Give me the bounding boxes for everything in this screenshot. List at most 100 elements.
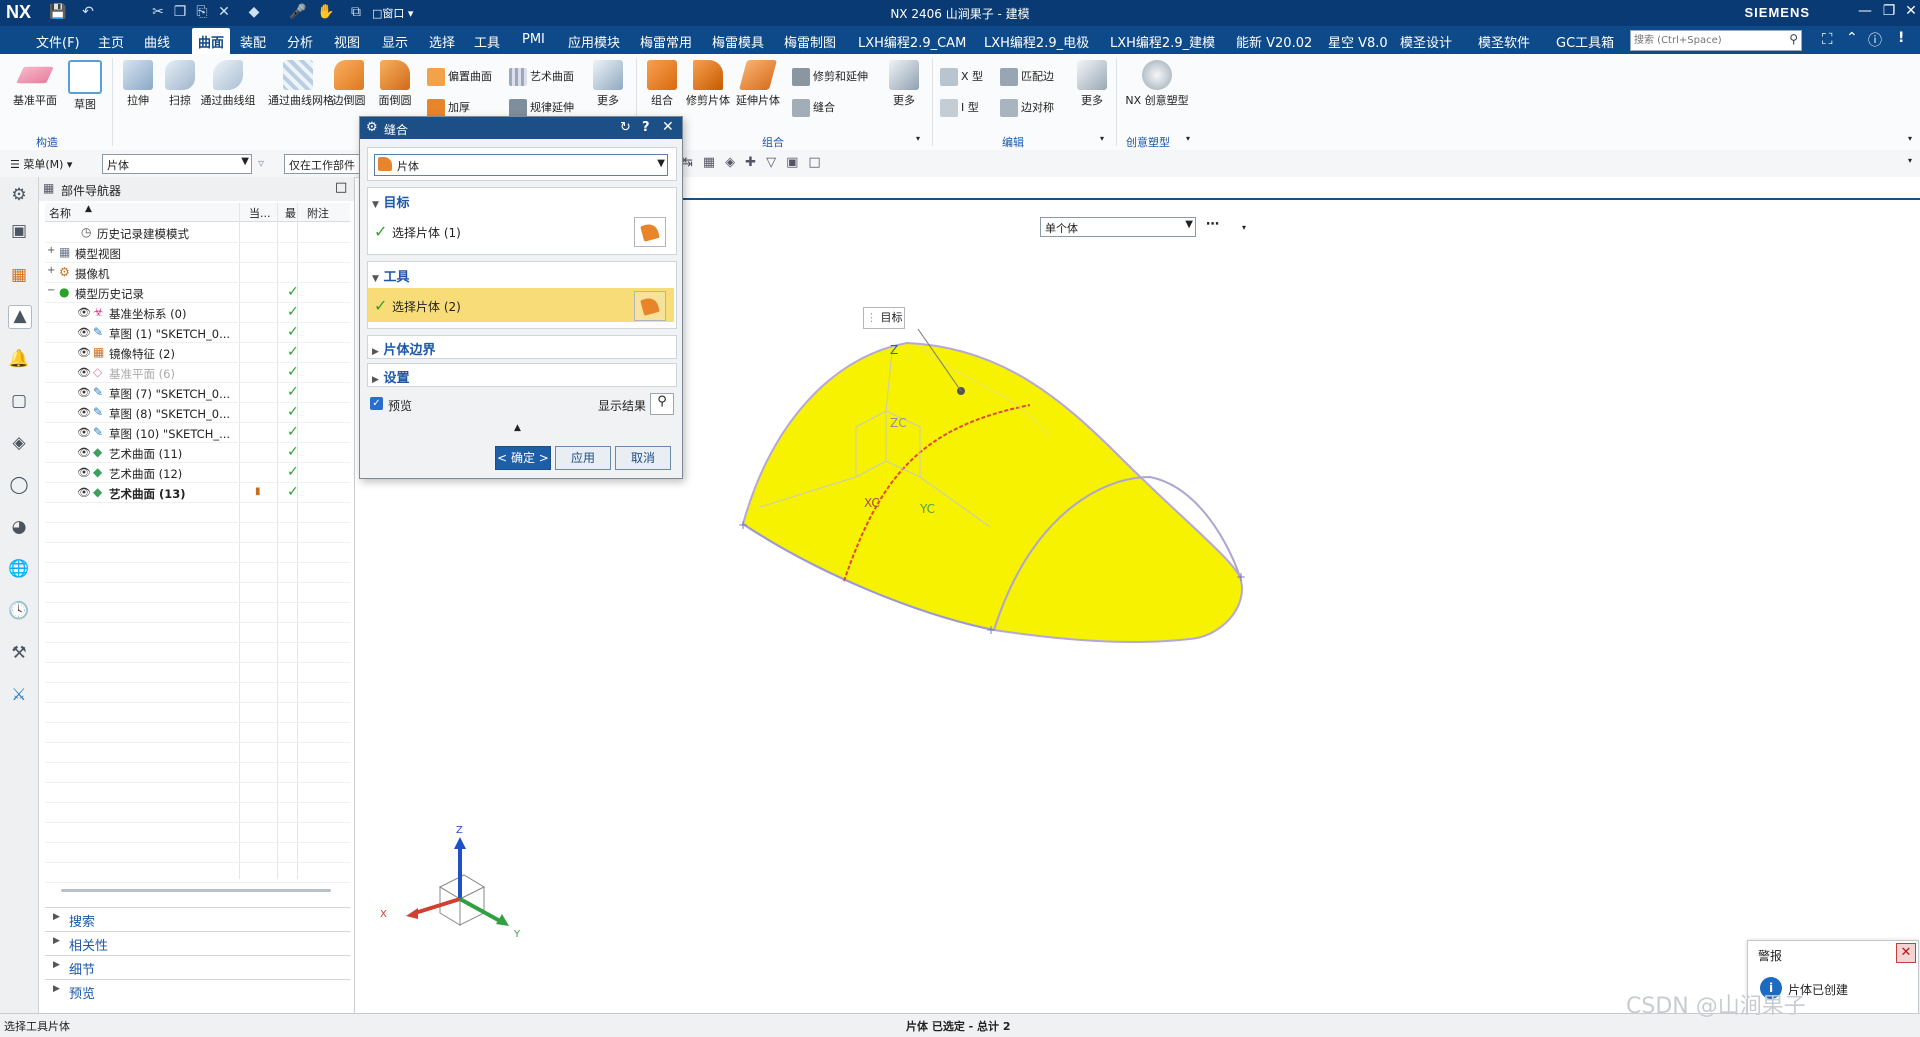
sheet-body[interactable] <box>741 341 1243 643</box>
menu-item-14[interactable]: 梅雷制图 <box>784 32 836 51</box>
snap-point-icons[interactable]: ↹▦◈✚▽▣□ <box>682 155 831 170</box>
tree-row[interactable]: 👁 ✎ 草图 (10) "SKETCH_... ✓ <box>45 423 350 443</box>
realize-shape-button[interactable]: NX 创意塑型 <box>1122 60 1192 108</box>
sort-asc-icon[interactable]: ▲ <box>85 204 92 214</box>
filter-reset-icon[interactable]: ▿ <box>258 156 264 170</box>
alert-close-button[interactable]: ✕ <box>1896 943 1916 963</box>
menu-item-0[interactable]: 文件(F) <box>36 32 80 51</box>
web-browser-icon[interactable]: ◯ <box>8 475 30 497</box>
offset-surface-button[interactable]: 偏置曲面 <box>427 68 492 86</box>
tree-row[interactable]: 👁 ✎ 草图 (8) "SKETCH_0... ✓ <box>45 403 350 423</box>
sew-type-select[interactable]: 片体 ▼ <box>374 154 668 176</box>
tree-row[interactable]: 👁 ✎ 草图 (7) "SKETCH_0... ✓ <box>45 383 350 403</box>
visibility-eye-icon[interactable]: 👁 <box>77 346 91 359</box>
menu-item-1[interactable]: 主页 <box>98 32 124 51</box>
target-section-header[interactable]: ▼ 目标 <box>372 192 409 211</box>
type-filter-select[interactable]: 片体 ▼ <box>102 154 252 174</box>
close-button[interactable]: ✕ <box>1898 3 1920 19</box>
alert-icon[interactable]: ! <box>1898 30 1904 46</box>
more-button-edit[interactable]: 更多 <box>1070 60 1114 108</box>
cancel-button[interactable]: 取消 <box>615 446 671 470</box>
collapse-dialog-icon[interactable]: ▲ <box>514 423 521 433</box>
view-manager-icon[interactable]: ▢ <box>8 391 30 413</box>
menu-item-15[interactable]: LXH编程2.9_CAM <box>858 32 966 51</box>
dialog-close-icon[interactable]: ✕ <box>662 119 674 135</box>
menu-item-12[interactable]: 梅雷常用 <box>640 32 692 51</box>
boundary-section[interactable]: ▶ 片体边界 <box>367 335 677 359</box>
visibility-eye-icon[interactable]: 👁 <box>77 446 91 459</box>
tree-row[interactable]: 👁 ◇ 基准平面 (6) ✓ <box>45 363 350 383</box>
menu-item-7[interactable]: 显示 <box>382 32 408 51</box>
tree-row[interactable]: 👁 ✎ 草图 (1) "SKETCH_0... ✓ <box>45 323 350 343</box>
visibility-eye-icon[interactable]: 👁 <box>77 326 91 339</box>
reuse-library-icon[interactable]: 🔔 <box>8 349 30 371</box>
menu-item-13[interactable]: 梅雷模具 <box>712 32 764 51</box>
menu-item-9[interactable]: 工具 <box>474 32 500 51</box>
tree-row[interactable]: 👁 ☣ 基准坐标系 (0) ✓ <box>45 303 350 323</box>
tools-icon[interactable]: ⚒ <box>8 643 30 665</box>
column-notes[interactable]: 附注 <box>307 205 329 221</box>
view-triad[interactable] <box>406 837 509 926</box>
trim-sheet-button[interactable]: 修剪片体 <box>684 60 732 108</box>
i-form-button[interactable]: I 型 <box>940 99 979 117</box>
menu-item-17[interactable]: LXH编程2.9_建模 <box>1110 32 1215 51</box>
visibility-eye-icon[interactable]: 👁 <box>77 406 91 419</box>
collapse-ribbon-icon[interactable]: ⌃ <box>1846 30 1858 46</box>
show-result-button[interactable]: ⚲ <box>650 393 674 415</box>
tree-row[interactable]: 👁 ◆ 艺术曲面 (13) ✓ ▮ <box>45 483 350 503</box>
tree-row[interactable]: 👁 ◆ 艺术曲面 (12) ✓ <box>45 463 350 483</box>
select-sheet-button[interactable] <box>634 291 666 321</box>
expand-toggle-icon[interactable]: + <box>47 245 55 256</box>
combine-button[interactable]: 组合 <box>640 60 684 108</box>
visibility-eye-icon[interactable]: 👁 <box>77 386 91 399</box>
hd3d-tools-icon[interactable]: ◈ <box>8 433 30 455</box>
group-expand-icon[interactable]: ▾ <box>1186 134 1190 143</box>
menu-item-22[interactable]: GC工具箱 <box>1556 32 1614 51</box>
clock-icon[interactable]: 🕓 <box>8 601 30 623</box>
target-tag[interactable]: ⋮ 目标 <box>863 307 905 329</box>
tree-row[interactable]: + ⚙ 摄像机 <box>45 263 350 283</box>
apply-button[interactable]: 应用 <box>555 446 611 470</box>
dialog-settings-icon[interactable]: ⚙ <box>366 120 378 135</box>
menu-item-3[interactable]: 曲面 <box>192 28 231 55</box>
extend-sheet-button[interactable]: 延伸片体 <box>734 60 782 108</box>
tree-row[interactable]: ◷ 历史记录建模模式 <box>45 223 350 243</box>
x-form-button[interactable]: X 型 <box>940 68 983 86</box>
law-extension-button[interactable]: 规律延伸 <box>509 99 574 117</box>
group-expand-icon[interactable]: ▾ <box>916 134 920 143</box>
tree-row[interactable]: − ● 模型历史记录 ✓ <box>45 283 350 303</box>
search-input[interactable] <box>1631 31 1776 50</box>
role-icon[interactable]: ⚔ <box>8 685 30 707</box>
menu-item-11[interactable]: 应用模块 <box>568 32 620 51</box>
select-sheet-button[interactable] <box>634 217 666 247</box>
column-latest[interactable]: 最 <box>285 205 296 221</box>
visibility-eye-icon[interactable]: 👁 <box>77 306 91 319</box>
dialog-title-bar[interactable]: ⚙ 缝合 ↻ ? ✕ <box>360 117 682 139</box>
constraint-navigator-icon[interactable]: ▦ <box>8 265 30 287</box>
visibility-eye-icon[interactable]: 👁 <box>77 366 91 379</box>
menu-item-4[interactable]: 装配 <box>240 32 266 51</box>
tool-section-header[interactable]: ▼ 工具 <box>372 266 409 285</box>
accordion-panel-2[interactable]: ▶ 细节 <box>45 955 350 978</box>
through-curves-button[interactable]: 通过曲线组 <box>198 60 258 108</box>
assembly-navigator-icon[interactable]: ▣ <box>8 221 30 243</box>
menu-item-19[interactable]: 星空 V8.0 <box>1328 32 1388 51</box>
visibility-eye-icon[interactable]: 👁 <box>77 486 91 499</box>
visibility-eye-icon[interactable]: 👁 <box>77 466 91 479</box>
column-current[interactable]: 当... <box>249 205 271 221</box>
minimize-button[interactable]: — <box>1852 3 1878 19</box>
more-button-surface[interactable]: 更多 <box>586 60 630 108</box>
part-navigator-icon[interactable]: ▲ <box>8 305 32 329</box>
expand-toggle-icon[interactable]: + <box>47 265 55 276</box>
tree-row[interactable]: 👁 ▦ 镜像特征 (2) ✓ <box>45 343 350 363</box>
expand-toggle-icon[interactable]: − <box>47 285 55 296</box>
accordion-panel-1[interactable]: ▶ 相关性 <box>45 931 350 954</box>
menu-item-10[interactable]: PMI <box>522 32 545 47</box>
menu-item-18[interactable]: 能新 V20.02 <box>1236 32 1312 51</box>
history-icon[interactable]: ◕ <box>8 517 30 539</box>
help-icon[interactable]: ⓘ <box>1868 30 1882 50</box>
tree-row[interactable]: + ▦ 模型视图 <box>45 243 350 263</box>
menu-item-6[interactable]: 视图 <box>334 32 360 51</box>
thicken-button[interactable]: 加厚 <box>427 99 470 117</box>
maximize-panel-icon[interactable]: □ <box>335 180 347 195</box>
